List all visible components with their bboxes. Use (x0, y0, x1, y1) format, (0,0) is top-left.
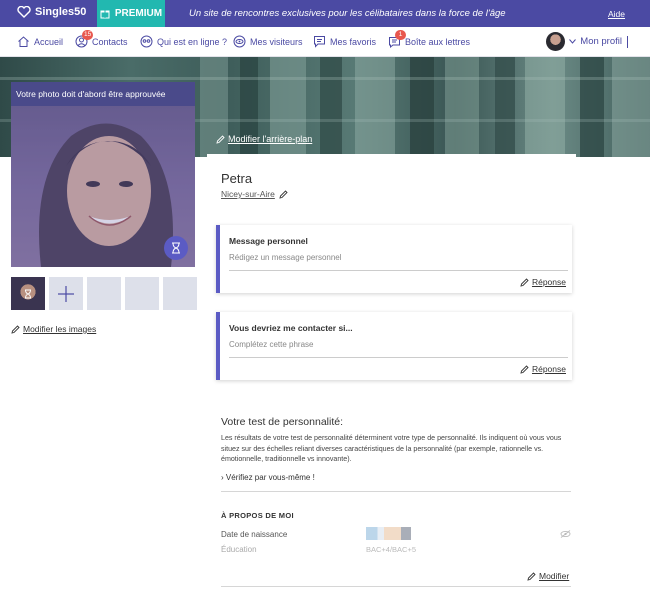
top-bar: Singles50 PREMIUM Un site de rencontres … (0, 0, 650, 27)
pencil-icon (520, 364, 529, 374)
reply-label: Réponse (531, 277, 566, 287)
profile-city[interactable]: Nicey-sur-Aire (221, 189, 288, 199)
premium-label: PREMIUM (114, 8, 163, 19)
thumbnail-photo[interactable] (11, 277, 45, 310)
visitors-eye-icon (233, 35, 246, 48)
check-personality-label: Vérifiez par vous-même ! (225, 473, 315, 482)
nav-item-favorites[interactable]: Mes favoris (313, 35, 376, 48)
hourglass-icon (172, 242, 180, 254)
divider (221, 491, 571, 492)
edit-background-link[interactable]: Modifier l'arrière-plan (216, 134, 312, 144)
hidden-eye-icon[interactable] (560, 530, 571, 538)
personal-message-card: Message personnel Rédigez un message per… (216, 225, 572, 293)
empty-photo-slot[interactable] (87, 277, 121, 310)
main-nav: Accueil 15 Contacts Qui est en ligne ? M… (0, 27, 650, 57)
education-label: Éducation (221, 545, 257, 554)
premium-button[interactable]: PREMIUM (97, 0, 165, 27)
tagline: Un site de rencontres exclusives pour le… (189, 8, 506, 19)
profile-menu[interactable]: Mon profil (546, 32, 628, 51)
edit-images-label: Modifier les images (23, 324, 97, 334)
city-label: Nicey-sur-Aire (221, 189, 275, 199)
nav-label-contacts: Contacts (92, 36, 128, 47)
nav-label-mailbox: Boîte aux lettres (405, 36, 471, 47)
contact-me-if-reply-button[interactable]: Réponse (520, 364, 566, 374)
personal-message-input[interactable]: Rédigez un message personnel (229, 253, 342, 262)
chevron-down-icon (569, 39, 577, 44)
contact-me-if-card: Vous devriez me contacter si... Compléte… (216, 312, 572, 380)
profile-label: Mon profil (580, 36, 622, 47)
pencil-icon (527, 571, 536, 581)
birth-date-label: Date de naissance (221, 530, 288, 539)
divider (221, 586, 571, 587)
home-icon (18, 36, 29, 47)
edit-background-label: Modifier l'arrière-plan (228, 134, 313, 144)
gift-icon (100, 10, 110, 19)
chat-icon (314, 36, 325, 48)
online-icon (140, 35, 153, 48)
pencil-icon (520, 277, 529, 287)
reply-label: Réponse (531, 364, 566, 374)
contact-me-if-input[interactable]: Complétez cette phrase (229, 340, 314, 349)
nav-label-online: Qui est en ligne ? (157, 36, 228, 47)
personal-message-reply-button[interactable]: Réponse (520, 277, 566, 287)
nav-label-home: Accueil (34, 36, 64, 47)
about-me-title: À PROPOS DE MOI (221, 511, 294, 520)
pending-approval-button[interactable] (164, 236, 188, 260)
modify-about-button[interactable]: Modifier (527, 571, 569, 581)
nav-item-mailbox[interactable]: 1 Boîte aux lettres (388, 30, 471, 49)
edit-images-link[interactable]: Modifier les images (11, 324, 96, 334)
profile-photo-card: Votre photo doit d'abord être approuvée (11, 82, 195, 267)
nav-item-home[interactable]: Accueil (17, 35, 63, 48)
personal-message-title: Message personnel (229, 236, 308, 246)
plus-icon (58, 285, 74, 302)
nav-item-visitors[interactable]: Mes visiteurs (233, 35, 303, 48)
divider (229, 357, 568, 358)
help-link[interactable]: Aide (608, 9, 625, 19)
hourglass-icon (25, 289, 31, 298)
education-value: BAC+4/BAC+5 (366, 545, 417, 554)
heart-logo-icon (17, 6, 31, 18)
empty-photo-slot[interactable] (125, 277, 159, 310)
add-photo-button[interactable] (49, 277, 83, 310)
contact-me-if-title: Vous devriez me contacter si... (229, 323, 353, 333)
brand-name: Singles50 (35, 6, 87, 18)
profile-name: Petra (221, 171, 253, 186)
divider (229, 270, 568, 271)
nav-item-online[interactable]: Qui est en ligne ? (140, 35, 227, 48)
nav-item-contacts[interactable]: 15 Contacts (75, 30, 128, 48)
modify-label: Modifier (539, 571, 570, 581)
pencil-icon (216, 134, 225, 144)
check-personality-link[interactable]: › Vérifiez par vous-même ! (221, 473, 315, 482)
profile-photo[interactable] (11, 106, 195, 267)
contacts-badge: 15 (82, 30, 94, 40)
chevron-right-icon: › (221, 473, 224, 482)
nav-label-favorites: Mes favoris (330, 36, 377, 47)
mailbox-badge: 1 (395, 30, 406, 40)
brand-logo[interactable]: Singles50 (17, 6, 86, 18)
personality-title: Votre test de personnalité: (221, 416, 343, 428)
pencil-icon (279, 189, 288, 199)
empty-photo-slot[interactable] (163, 277, 197, 310)
nav-label-visitors: Mes visiteurs (250, 36, 303, 47)
personality-description: Les résultats de votre test de personnal… (221, 434, 562, 463)
photo-approval-notice: Votre photo doit d'abord être approuvée (11, 82, 195, 106)
text-cursor (627, 35, 628, 48)
avatar (546, 32, 566, 51)
photo-thumbnails (11, 277, 197, 310)
birth-date-value-blurred (366, 527, 411, 540)
pencil-icon (11, 324, 20, 334)
